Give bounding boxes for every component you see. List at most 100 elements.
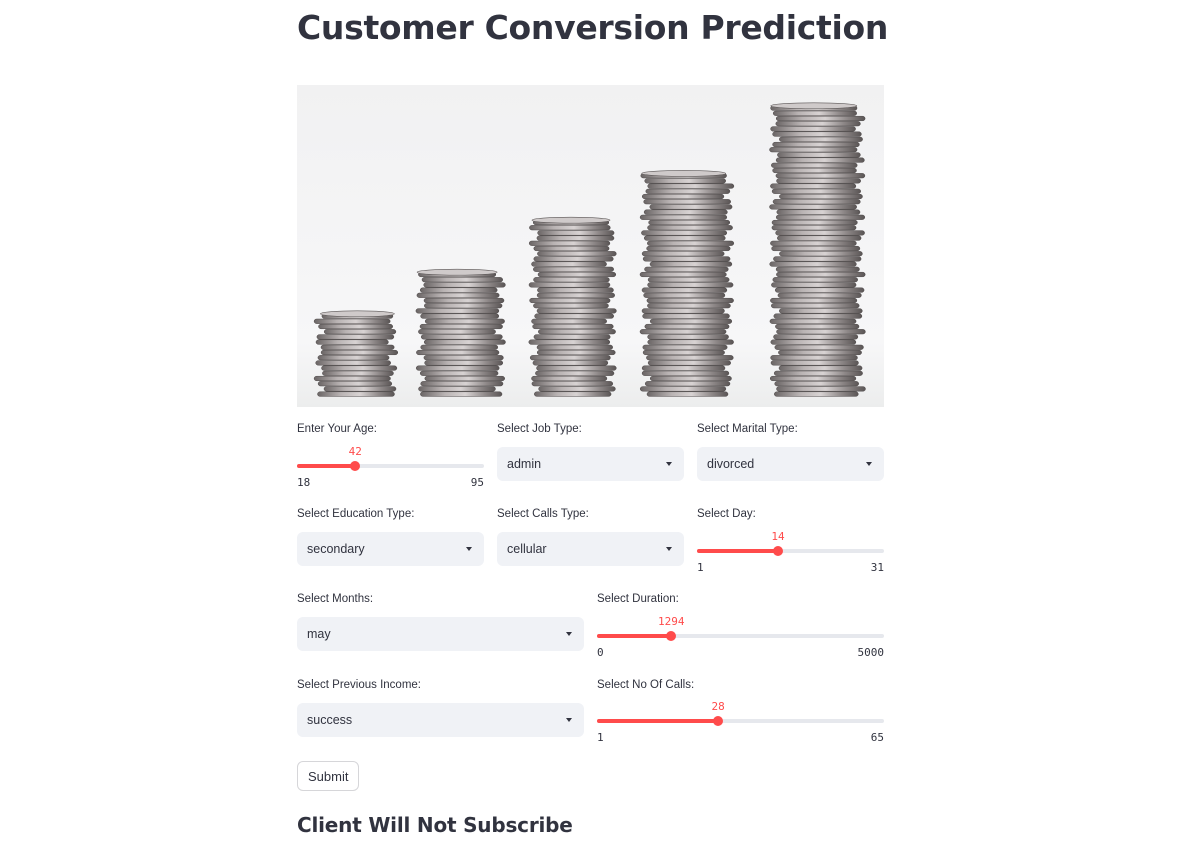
coin: [531, 318, 607, 324]
coin: [639, 386, 727, 392]
coin: [639, 214, 728, 220]
coin: [771, 303, 860, 309]
coin: [771, 162, 858, 168]
coin: [537, 230, 615, 236]
coin: [775, 173, 866, 179]
coin: [529, 297, 611, 304]
coin: [779, 308, 863, 314]
coin: [775, 230, 865, 236]
coin: [531, 381, 614, 387]
coin: [421, 277, 503, 283]
coin: [316, 334, 395, 340]
coin: [537, 287, 614, 293]
coin: [778, 365, 863, 371]
coin: [423, 297, 505, 304]
coin: [770, 360, 859, 366]
coin-top: [320, 310, 395, 318]
coin: [536, 349, 616, 356]
coin: [771, 245, 861, 252]
submit-button[interactable]: Submit: [297, 761, 360, 791]
coin: [774, 287, 865, 293]
job-value: admin: [507, 457, 542, 471]
coin: [536, 235, 615, 241]
age-slider[interactable]: 42 18 95: [297, 445, 484, 490]
coin: [323, 386, 397, 392]
slider-thumb[interactable]: [350, 461, 361, 471]
chevron-down-icon: [666, 547, 672, 551]
coin: [318, 323, 393, 330]
coin: [534, 313, 614, 319]
education-label: Select Education Type:: [297, 508, 415, 520]
coin: [532, 323, 614, 330]
coin: [537, 271, 617, 278]
job-select[interactable]: admin: [497, 447, 684, 481]
coin: [775, 266, 860, 272]
coin-top: [770, 102, 858, 110]
coin: [774, 391, 859, 397]
slider-fill: [297, 464, 356, 468]
day-slider[interactable]: 14 1 31: [697, 530, 884, 575]
coin: [774, 344, 864, 350]
coin: [536, 292, 615, 298]
no-of-calls-value: 28: [711, 700, 725, 713]
coin: [772, 131, 862, 137]
coin: [775, 214, 866, 220]
coin: [775, 157, 865, 163]
coin: [313, 375, 391, 382]
coin: [776, 329, 866, 335]
coin: [777, 152, 861, 158]
previous-income-value: success: [307, 713, 353, 727]
coin: [775, 115, 866, 122]
education-select[interactable]: secondary: [297, 532, 484, 566]
coin: [423, 339, 506, 345]
slider-thumb[interactable]: [713, 716, 724, 726]
coin: [536, 344, 613, 350]
age-max: 95: [470, 476, 484, 489]
coin: [775, 323, 860, 330]
coin: [416, 349, 500, 356]
coin: [322, 370, 394, 376]
coin: [643, 209, 728, 215]
coin: [639, 329, 727, 335]
coin: [533, 266, 614, 272]
coin: [649, 204, 733, 210]
duration-max: 5000: [857, 646, 885, 659]
coin: [647, 339, 734, 345]
coin: [528, 282, 611, 288]
coin: [769, 375, 857, 382]
no-of-calls-max: 65: [870, 731, 884, 744]
marital-label: Select Marital Type:: [697, 423, 798, 435]
coin: [419, 370, 499, 376]
coin: [770, 355, 858, 361]
coin: [776, 271, 866, 278]
education-value: secondary: [307, 542, 365, 556]
coin: [773, 334, 859, 340]
coin: [321, 365, 398, 371]
no-of-calls-slider[interactable]: 28 1 65: [597, 700, 884, 745]
months-select[interactable]: may: [297, 617, 584, 651]
chevron-down-icon: [566, 718, 572, 722]
coin: [776, 178, 861, 184]
coin: [773, 313, 863, 319]
coin: [646, 245, 731, 252]
coin: [647, 334, 729, 340]
coin: [647, 303, 731, 309]
coin: [773, 370, 863, 376]
chevron-down-icon: [466, 547, 472, 551]
coin: [534, 391, 612, 397]
duration-min: 0: [597, 646, 604, 659]
marital-select[interactable]: divorced: [697, 447, 884, 481]
coin: [647, 240, 735, 246]
coin: [770, 183, 857, 189]
previous-income-select[interactable]: success: [297, 703, 584, 737]
calls-type-select[interactable]: cellular: [497, 532, 684, 566]
coin: [531, 375, 608, 382]
slider-thumb[interactable]: [773, 546, 784, 556]
coin: [533, 303, 609, 309]
age-min: 18: [297, 476, 311, 489]
duration-slider[interactable]: 1294 0 5000: [597, 615, 885, 660]
slider-thumb[interactable]: [666, 631, 677, 641]
chevron-down-icon: [666, 462, 672, 466]
coin: [776, 209, 861, 215]
coin: [639, 271, 727, 278]
